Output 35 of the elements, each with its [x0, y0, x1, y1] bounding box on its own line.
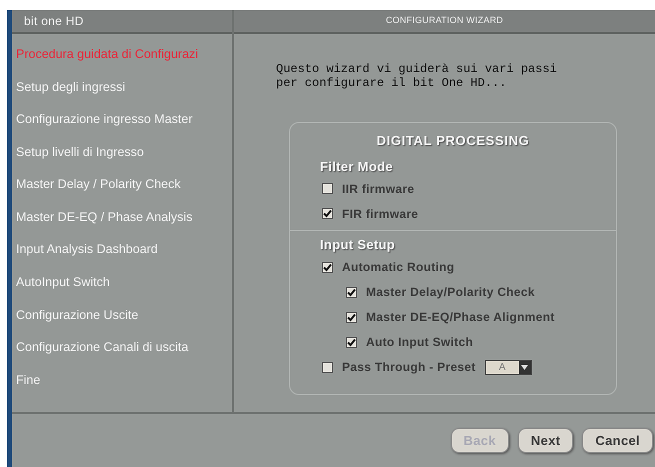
section-heading: Input Setup — [319, 236, 396, 254]
sidebar-item[interactable]: Master DE-EQ / Phase Analysis — [12, 200, 232, 234]
checkbox-label: Auto Input Switch — [366, 334, 474, 351]
checkbox[interactable] — [346, 286, 357, 298]
caret-icon — [521, 364, 528, 370]
sidebar-item[interactable]: Master Delay / Polarity Check — [12, 168, 232, 201]
window-title: CONFIGURATION WIZARD — [386, 14, 504, 28]
checkbox-label: Master Delay/Polarity Check — [366, 284, 535, 301]
checkbox[interactable] — [322, 208, 333, 219]
section-heading: Filter Mode — [319, 158, 394, 176]
wizard-button[interactable]: Cancel — [582, 428, 653, 453]
preset-dropdown[interactable]: A — [484, 360, 532, 374]
wizard-button[interactable]: Next — [518, 428, 574, 453]
sidebar-item[interactable]: Fine — [12, 364, 232, 397]
checkbox-label: Master DE-EQ/Phase Alignment — [366, 309, 555, 326]
sidebar-item[interactable]: Input Analysis Dashboard — [12, 234, 232, 266]
sidebar-item[interactable]: Configurazione ingresso Master — [12, 103, 232, 136]
app-title: bit one HD — [24, 13, 84, 30]
checkbox-label: Pass Through - Preset — [342, 359, 476, 376]
intro-text: Questo wizard vi guiderà sui vari passi per configurare il bit One HD... — [276, 62, 558, 90]
checkbox[interactable] — [322, 183, 333, 194]
sidebar-item[interactable]: AutoInput Switch — [12, 266, 232, 299]
sidebar-item[interactable]: Setup livelli di Ingresso — [12, 136, 232, 168]
sidebar-item[interactable]: Configurazione Uscite — [12, 298, 232, 332]
checkbox-label: Automatic Routing — [342, 259, 454, 276]
checkbox[interactable] — [346, 312, 357, 322]
panel-title: DIGITAL PROCESSING — [376, 132, 530, 150]
sidebar-item[interactable]: Configurazione Canali di uscita — [12, 331, 232, 364]
sidebar-item[interactable]: Setup degli ingressi — [12, 70, 232, 104]
checkbox[interactable] — [322, 262, 333, 272]
checkbox-label: FIR firmware — [342, 206, 418, 222]
checkbox[interactable] — [322, 362, 333, 372]
checkbox[interactable] — [346, 336, 357, 348]
sidebar-item[interactable]: Procedura guidata di Configurazi — [12, 38, 232, 71]
checkbox-label: IIR firmware — [342, 180, 414, 198]
